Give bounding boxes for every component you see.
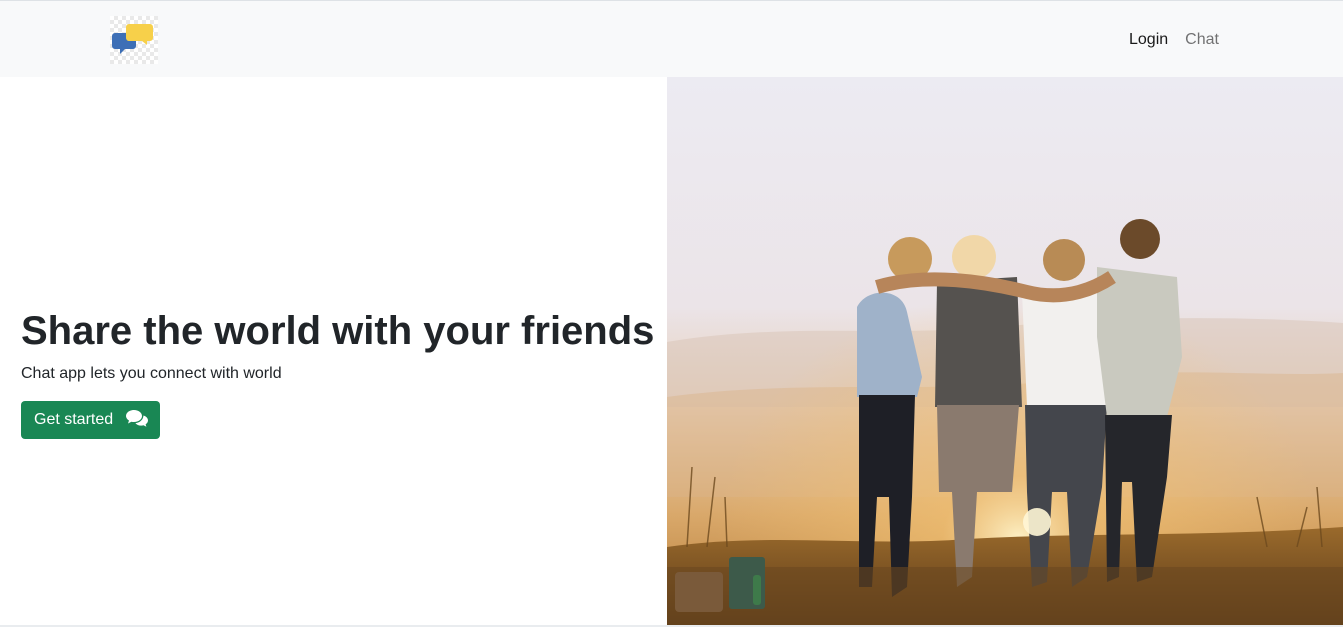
comments-icon: [126, 409, 149, 432]
hero-headline: Share the world with your friends: [21, 309, 655, 353]
get-started-label: Get started: [34, 411, 114, 428]
brand-logo[interactable]: [110, 16, 158, 64]
nav-links: Login Chat: [1129, 31, 1219, 49]
top-navbar: Login Chat: [0, 0, 1343, 77]
hero-photo: [667, 77, 1343, 625]
nav-link-chat[interactable]: Chat: [1185, 31, 1219, 49]
get-started-button[interactable]: Get started: [21, 401, 160, 439]
hero-subtext: Chat app lets you connect with world: [21, 365, 282, 382]
hero-section: Share the world with your friends Chat a…: [0, 77, 667, 625]
friends-sunset-photo: [667, 77, 1343, 625]
nav-link-login[interactable]: Login: [1129, 31, 1168, 49]
chat-bubbles-logo-icon: [112, 24, 153, 54]
